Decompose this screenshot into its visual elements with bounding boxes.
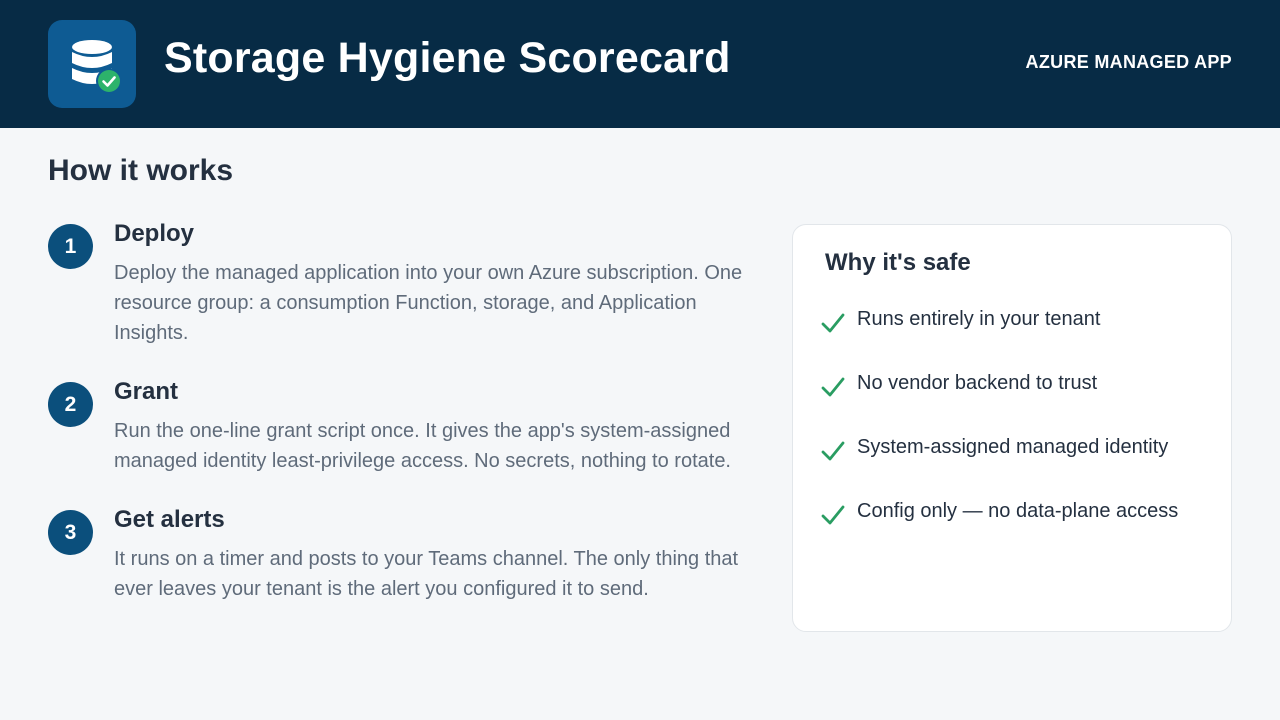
safety-item-label: Config only — no data-plane access [857,500,1179,522]
header-bar: Storage Hygiene Scorecard AZURE MANAGED … [0,0,1280,128]
safety-item-label: No vendor backend to trust [857,372,1098,394]
step-description: Deploy the managed application into your… [114,262,743,344]
safety-item: No vendor backend to trust [821,372,1221,402]
step-number-badge: 1 [48,224,93,269]
checkmark-icon [821,505,845,525]
step-title: Get alerts [114,506,225,533]
section-title-how-it-works: How it works [48,154,234,187]
safety-item: Runs entirely in your tenant [821,308,1221,338]
step-number-badge: 3 [48,510,93,555]
safety-item-label: Runs entirely in your tenant [857,308,1101,330]
step-description: It runs on a timer and posts to your Tea… [114,548,739,600]
why-safe-card: Why it's safe Runs entirely in your tena… [792,224,1232,632]
step-description: Run the one-line grant script once. It g… [114,420,731,472]
checkmark-icon [821,313,845,333]
checkmark-icon [821,377,845,397]
card-title: Why it's safe [825,249,971,276]
product-tag: AZURE MANAGED APP [1025,52,1232,72]
page-title: Storage Hygiene Scorecard [164,34,731,82]
safety-item-label: System-assigned managed identity [857,436,1169,458]
checkmark-icon [821,441,845,461]
step-title: Deploy [114,220,195,247]
database-check-icon [48,20,136,108]
safety-item: Config only — no data-plane access [821,500,1221,530]
step-title: Grant [114,378,179,405]
step-number-badge: 2 [48,382,93,427]
safety-item: System-assigned managed identity [821,436,1221,466]
